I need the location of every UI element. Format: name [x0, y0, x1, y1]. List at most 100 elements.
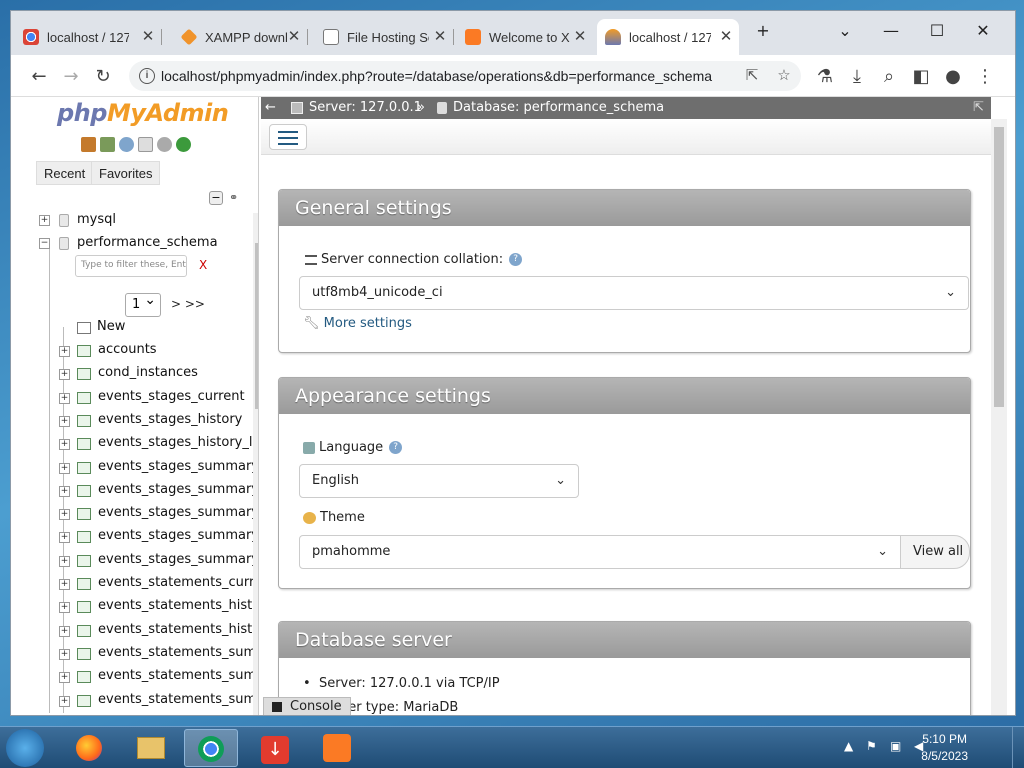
table-item[interactable]: events_stages_summary_ — [98, 457, 258, 477]
phpmyadmin-logo[interactable]: phpMyAdmin — [57, 99, 229, 127]
collapse-all-icon[interactable]: − — [209, 191, 223, 205]
table-item[interactable]: events_statements_summ — [98, 666, 258, 686]
xampp-taskbar-icon[interactable] — [310, 729, 364, 767]
collapse-icon[interactable]: − — [39, 238, 50, 249]
favorites-button[interactable]: Favorites — [91, 161, 161, 185]
table-item[interactable]: events_stages_summary_ — [98, 480, 258, 500]
theme-select[interactable]: pmahomme ⌄ — [299, 535, 901, 569]
table-item[interactable]: events_stages_summary_ — [98, 503, 258, 523]
help-icon[interactable]: ? — [509, 253, 523, 266]
table-item[interactable]: events_statements_curren — [98, 573, 258, 593]
start-button[interactable] — [6, 729, 44, 767]
reload-nav-icon[interactable] — [176, 137, 191, 152]
expand-icon[interactable]: + — [59, 439, 70, 451]
table-item[interactable]: events_stages_history — [98, 410, 242, 430]
clear-filter-button[interactable]: X — [199, 258, 207, 272]
tab-localhost-1[interactable]: localhost / 127.0 ✕ — [15, 19, 162, 55]
minimize-button[interactable]: — — [871, 17, 911, 45]
maximize-button[interactable]: ☐ — [917, 17, 957, 45]
home-icon[interactable] — [81, 137, 96, 152]
table-item[interactable]: events_statements_history — [98, 596, 258, 616]
close-tab-icon[interactable]: ✕ — [431, 28, 449, 46]
close-tab-icon[interactable]: ✕ — [139, 28, 157, 46]
language-select[interactable]: English ⌄ — [299, 464, 579, 498]
table-item[interactable]: events_stages_summary_ — [98, 550, 258, 570]
docs-icon[interactable] — [138, 137, 153, 152]
expand-icon[interactable]: + — [59, 602, 70, 614]
zoom-icon[interactable]: ⌕ — [875, 63, 903, 91]
nav-scrollbar-thumb[interactable] — [255, 243, 258, 409]
db-item-performance_schema[interactable]: performance_schema — [77, 233, 218, 253]
expand-icon[interactable]: + — [59, 369, 70, 381]
expand-icon[interactable]: + — [59, 695, 70, 707]
more-settings-link[interactable]: 🔧︎ More settings — [303, 316, 412, 331]
tab-welcome-xampp[interactable]: Welcome to X ✕ — [457, 19, 593, 55]
action-center-icon[interactable]: ⚑ — [866, 739, 882, 755]
share-icon[interactable]: ⇱ — [741, 65, 763, 87]
close-tab-icon[interactable]: ✕ — [717, 28, 735, 46]
hamburger-menu-button[interactable] — [269, 124, 307, 150]
console-toggle[interactable]: Console — [263, 697, 351, 715]
new-tab-button[interactable]: + — [743, 17, 783, 45]
expand-icon[interactable]: + — [59, 648, 70, 660]
expand-icon[interactable]: + — [59, 672, 70, 684]
close-tab-icon[interactable]: ✕ — [571, 28, 589, 46]
extension-icon[interactable]: ⚗ — [811, 63, 839, 91]
table-item[interactable]: events_statements_history — [98, 620, 258, 640]
download-manager-icon[interactable]: ↓ — [248, 729, 302, 767]
new-table-link[interactable]: New — [97, 317, 125, 337]
table-item[interactable]: cond_instances — [98, 363, 198, 383]
clock[interactable]: 5:10 PM 8/5/2023 — [921, 731, 968, 765]
main-scrollbar-thumb[interactable] — [994, 127, 1004, 407]
next-page-link[interactable]: > >> — [171, 297, 205, 311]
table-item[interactable]: events_stages_history_lon — [98, 433, 258, 453]
expand-icon[interactable]: + — [59, 509, 70, 521]
download-icon[interactable]: ⤓ — [843, 63, 871, 91]
help-icon[interactable]: ? — [389, 441, 403, 454]
recent-button[interactable]: Recent — [36, 161, 94, 185]
file-explorer-icon[interactable] — [124, 729, 178, 767]
close-window-button[interactable]: ✕ — [963, 17, 1003, 45]
profile-icon[interactable]: ● — [939, 63, 967, 91]
back-icon[interactable]: ← — [25, 63, 53, 91]
chrome-taskbar-icon[interactable] — [184, 729, 238, 767]
tab-localhost-active[interactable]: localhost / 127 ✕ — [597, 19, 739, 55]
firefox-icon[interactable] — [62, 729, 116, 767]
expand-icon[interactable]: + — [59, 555, 70, 567]
table-filter-input[interactable]: Type to filter these, Enter — [75, 255, 187, 277]
expand-icon[interactable]: + — [59, 462, 70, 474]
network-icon[interactable]: ▣ — [890, 739, 906, 755]
table-item[interactable]: events_stages_current — [98, 387, 245, 407]
table-item[interactable]: events_statements_summ — [98, 690, 258, 710]
expand-icon[interactable]: + — [59, 625, 70, 637]
settings-icon[interactable] — [157, 137, 172, 152]
page-select[interactable]: 1 — [125, 292, 161, 317]
site-info-icon[interactable]: i — [139, 68, 155, 84]
table-item[interactable]: events_statements_summ — [98, 643, 258, 663]
close-tab-icon[interactable]: ✕ — [285, 28, 303, 46]
tab-xampp-download[interactable]: XAMPP downl ✕ — [173, 19, 308, 55]
logout-icon[interactable] — [100, 137, 115, 152]
show-desktop-button[interactable] — [1012, 727, 1024, 768]
db-item-mysql[interactable]: mysql — [77, 210, 116, 230]
forward-icon[interactable]: → — [57, 63, 85, 91]
collapse-nav-icon[interactable]: ← — [265, 97, 276, 119]
tab-list-button[interactable]: ⌄ — [825, 17, 865, 45]
expand-icon[interactable]: + — [59, 392, 70, 404]
expand-icon[interactable]: + — [59, 346, 70, 357]
expand-icon[interactable]: + — [59, 485, 70, 497]
help-icon[interactable] — [119, 137, 134, 152]
reload-icon[interactable]: ↻ — [89, 63, 117, 91]
address-bar[interactable]: i localhost/phpmyadmin/index.php?route=/… — [129, 61, 801, 91]
view-all-themes-button[interactable]: View all — [900, 535, 970, 569]
expand-icon[interactable]: + — [59, 415, 70, 427]
tab-file-hosting[interactable]: File Hosting Sc ✕ — [315, 19, 454, 55]
breadcrumb-database[interactable]: Database: performance_schema — [453, 97, 664, 119]
breadcrumb-server[interactable]: Server: 127.0.0.1 — [309, 97, 422, 119]
tray-expand-icon[interactable]: ▲ — [844, 739, 860, 755]
collapse-top-icon[interactable]: ⇱ — [973, 97, 984, 119]
link-icon[interactable]: ⚭ — [229, 191, 245, 205]
expand-icon[interactable]: + — [59, 532, 70, 544]
expand-icon[interactable]: + — [59, 579, 70, 590]
collation-select[interactable]: utf8mb4_unicode_ci ⌄ — [299, 276, 969, 310]
